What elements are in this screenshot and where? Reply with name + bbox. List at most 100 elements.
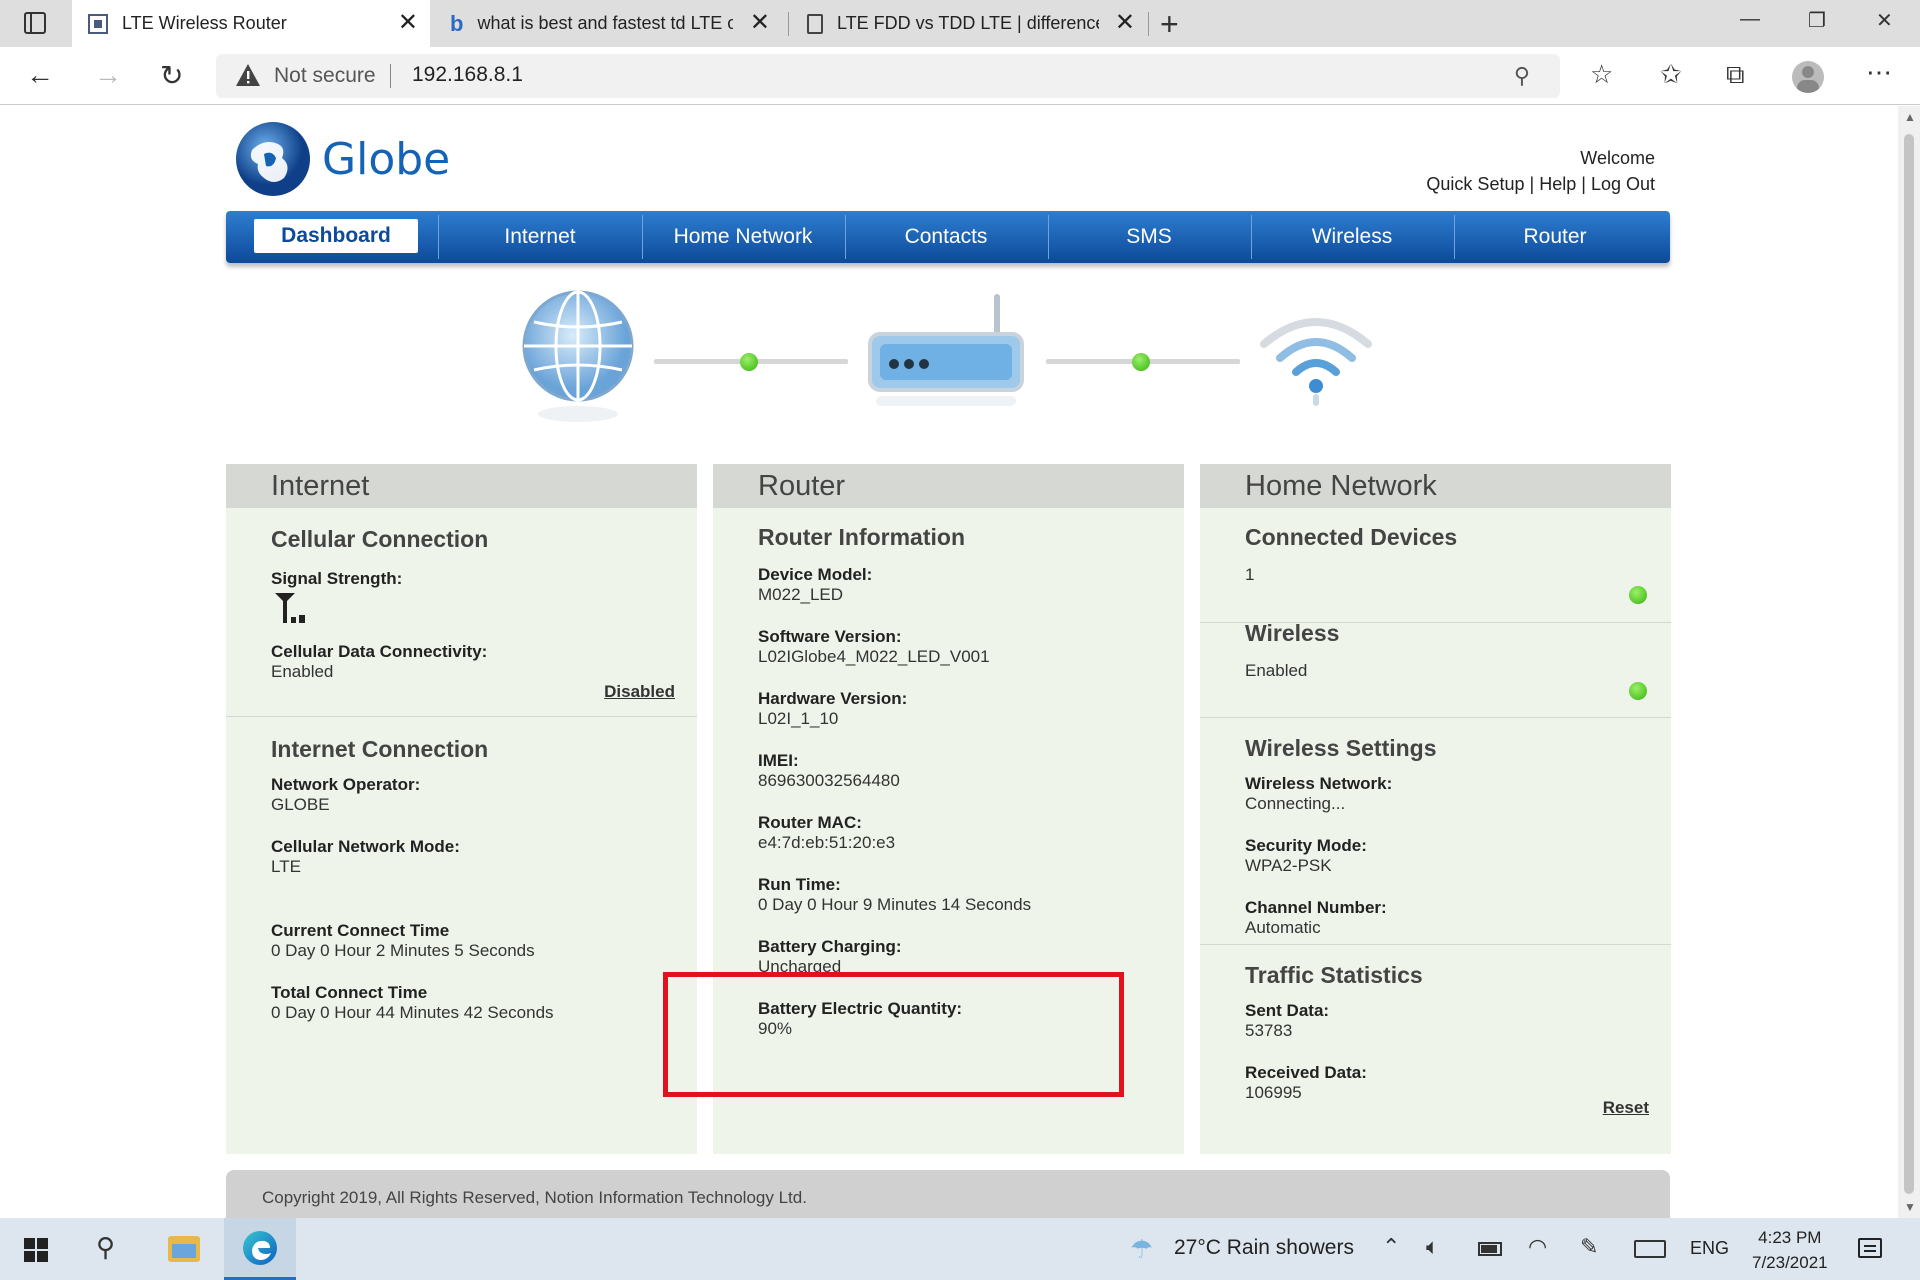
- tab-title: LTE FDD vs TDD LTE | difference b: [837, 13, 1099, 33]
- brand-name: Globe: [322, 134, 451, 185]
- network-icon[interactable]: ◠: [1528, 1234, 1547, 1260]
- devices-status-icon: [1629, 586, 1647, 604]
- link-separator: |: [1529, 174, 1535, 194]
- header-links: Quick Setup | Help | Log Out: [1426, 174, 1655, 195]
- router-mac-value: e4:7d:eb:51:20:e3: [758, 833, 896, 852]
- page-scrollbar[interactable]: ▲ ▼: [1898, 106, 1920, 1218]
- system-clock[interactable]: 4:23 PM 7/23/2021: [1752, 1225, 1828, 1275]
- clock-date: 7/23/2021: [1752, 1253, 1828, 1272]
- clock-time: 4:23 PM: [1758, 1228, 1822, 1247]
- reset-traffic-link[interactable]: Reset: [1603, 1098, 1649, 1118]
- nav-contacts[interactable]: Contacts: [845, 211, 1047, 263]
- wireless-section: Wireless Enabled: [1245, 620, 1649, 681]
- field-label: Battery Charging:: [758, 937, 902, 956]
- nav-home-network[interactable]: Home Network: [642, 211, 844, 263]
- field-label: Run Time:: [758, 875, 841, 894]
- scroll-up-icon[interactable]: ▲: [1904, 110, 1916, 124]
- quick-setup-link[interactable]: Quick Setup: [1426, 174, 1524, 194]
- cellular-data-value: Enabled: [271, 662, 334, 681]
- cellular-connection-section: Cellular Connection Signal Strength: Cel…: [271, 526, 675, 682]
- close-tab-icon[interactable]: ✕: [750, 11, 770, 35]
- nav-sms[interactable]: SMS: [1048, 211, 1250, 263]
- keyboard-icon[interactable]: [1634, 1240, 1666, 1258]
- field-label: Received Data:: [1245, 1063, 1367, 1082]
- security-mode-value: WPA2-PSK: [1245, 856, 1332, 875]
- close-window-icon[interactable]: ✕: [1876, 8, 1893, 33]
- refresh-icon[interactable]: ↻: [160, 59, 183, 92]
- nav-dashboard[interactable]: Dashboard: [254, 219, 418, 253]
- log-out-link[interactable]: Log Out: [1591, 174, 1655, 194]
- field-label: Router MAC:: [758, 813, 862, 832]
- url-text[interactable]: 192.168.8.1: [412, 63, 523, 87]
- scroll-down-icon[interactable]: ▼: [1904, 1200, 1916, 1214]
- restore-icon[interactable]: ❐: [1808, 8, 1826, 33]
- highlight-box: [663, 972, 1124, 1097]
- document-icon: [807, 13, 823, 34]
- add-favorite-icon[interactable]: ☆: [1590, 59, 1613, 90]
- nav-internet[interactable]: Internet: [439, 211, 641, 263]
- sent-data-value: 53783: [1245, 1021, 1293, 1040]
- collections-icon[interactable]: ⧉: [1726, 59, 1745, 91]
- tab-lte-wireless-router[interactable]: LTE Wireless Router ✕: [72, 0, 430, 47]
- tab-lte-fdd-vs-tdd[interactable]: LTE FDD vs TDD LTE | difference b ✕: [795, 0, 1147, 47]
- search-icon[interactable]: ⚲: [96, 1232, 115, 1263]
- key-icon[interactable]: ⚲: [1514, 63, 1530, 89]
- volume-icon[interactable]: 🔈︎: [1426, 1234, 1439, 1260]
- wireless-settings-section: Wireless Settings Wireless Network: Conn…: [1245, 735, 1649, 938]
- file-explorer-icon[interactable]: [168, 1236, 200, 1262]
- internet-status-dot: [740, 353, 758, 371]
- field-label: Channel Number:: [1245, 898, 1387, 917]
- more-menu-icon[interactable]: ⋯: [1866, 57, 1892, 88]
- copyright-text: Copyright 2019, All Rights Reserved, Not…: [262, 1188, 807, 1207]
- page-footer: Copyright 2019, All Rights Reserved, Not…: [226, 1170, 1670, 1218]
- tab-actions-icon[interactable]: [24, 12, 46, 34]
- tab-title: what is best and fastest td LTE or: [477, 13, 734, 33]
- field-label: Wireless Network:: [1245, 774, 1393, 793]
- close-tab-icon[interactable]: ✕: [398, 11, 418, 35]
- warning-icon: [236, 64, 260, 86]
- tab-separator: [1148, 12, 1149, 36]
- back-icon[interactable]: ←: [26, 59, 54, 91]
- current-connect-time-value: 0 Day 0 Hour 2 Minutes 5 Seconds: [271, 941, 535, 960]
- scrollbar-thumb[interactable]: [1904, 134, 1914, 1194]
- close-tab-icon[interactable]: ✕: [1115, 11, 1135, 35]
- show-hidden-icons-icon[interactable]: ⌃: [1382, 1234, 1400, 1260]
- minimize-icon[interactable]: —: [1740, 8, 1760, 31]
- device-model-value: M022_LED: [758, 585, 844, 604]
- url-field[interactable]: Not secure 192.168.8.1 ⚲: [216, 54, 1560, 98]
- section-title: Wireless: [1245, 620, 1340, 646]
- wifi-signal-icon: [1260, 318, 1372, 406]
- favorites-icon[interactable]: ✩: [1660, 59, 1682, 90]
- weather-icon[interactable]: ☂: [1130, 1234, 1153, 1265]
- new-tab-icon[interactable]: +: [1160, 6, 1179, 43]
- help-link[interactable]: Help: [1539, 174, 1576, 194]
- field-label: Device Model:: [758, 565, 873, 584]
- nav-wireless[interactable]: Wireless: [1251, 211, 1453, 263]
- field-label: Hardware Version:: [758, 689, 908, 708]
- cellular-data-toggle-link[interactable]: Disabled: [604, 682, 675, 702]
- hardware-version-value: L02I_1_10: [758, 709, 839, 728]
- language-indicator[interactable]: ENG: [1690, 1238, 1729, 1259]
- profile-avatar[interactable]: [1792, 61, 1824, 93]
- traffic-statistics-section: Traffic Statistics Sent Data: 53783 Rece…: [1245, 962, 1649, 1103]
- battery-icon[interactable]: [1478, 1242, 1502, 1256]
- section-divider: [1200, 944, 1671, 945]
- forward-icon[interactable]: →: [94, 59, 122, 91]
- pen-icon[interactable]: ✎: [1580, 1234, 1598, 1260]
- field-label: Current Connect Time: [271, 921, 450, 940]
- notifications-icon[interactable]: [1858, 1238, 1882, 1258]
- tab-title: LTE Wireless Router: [122, 13, 287, 33]
- edge-taskbar-item[interactable]: [224, 1218, 296, 1280]
- windows-start-icon[interactable]: [24, 1238, 48, 1262]
- weather-text[interactable]: 27°C Rain showers: [1174, 1236, 1354, 1260]
- field-label: Software Version:: [758, 627, 902, 646]
- tab-bing-search[interactable]: b what is best and fastest td LTE or ✕: [436, 0, 782, 47]
- internet-panel: Internet Cellular Connection Signal Stre…: [226, 464, 697, 1154]
- nav-router[interactable]: Router: [1454, 211, 1656, 263]
- connected-devices-value: 1: [1245, 565, 1255, 584]
- imei-value: 869630032564480: [758, 771, 900, 790]
- field-label: Cellular Data Connectivity:: [271, 642, 488, 661]
- security-status[interactable]: Not secure: [274, 64, 376, 88]
- panel-heading: Router: [713, 464, 1184, 508]
- windows-taskbar: ⚲ ☂ 27°C Rain showers ⌃ 🔈︎ ◠ ✎ ENG 4:23 …: [0, 1218, 1920, 1280]
